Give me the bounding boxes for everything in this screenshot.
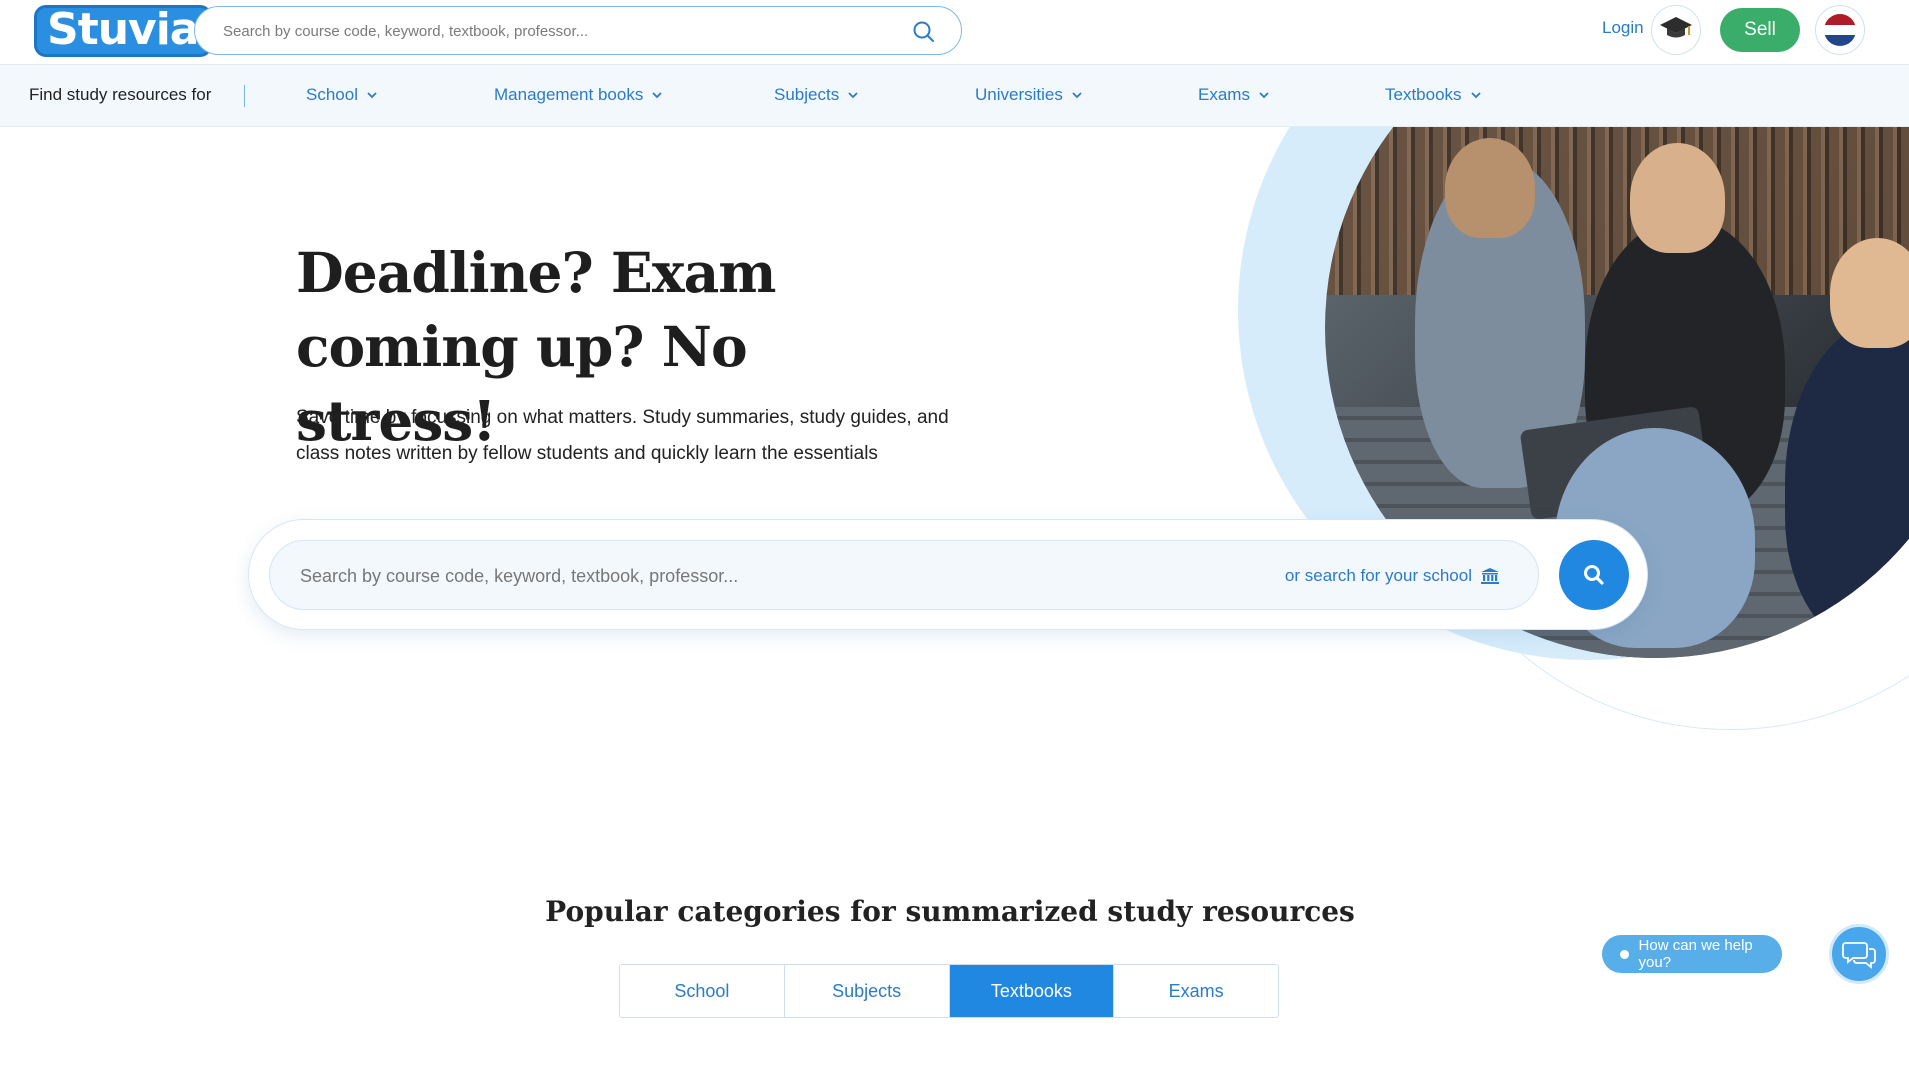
nav-item-universities[interactable]: Universities (975, 85, 1083, 105)
tab-textbooks[interactable]: Textbooks (949, 965, 1115, 1017)
status-dot-icon (1620, 949, 1629, 959)
netherlands-flag-icon (1824, 14, 1856, 46)
stuvia-logo[interactable]: Stuvia (34, 5, 212, 57)
nav-divider (244, 85, 245, 107)
categories-tabs: School Subjects Textbooks Exams (619, 964, 1279, 1018)
tab-subjects[interactable]: Subjects (784, 965, 950, 1017)
chat-button[interactable] (1829, 924, 1889, 984)
chat-bubbles-icon (1842, 942, 1876, 969)
hero-subtitle: Save time by focussing on what matters. … (296, 407, 949, 464)
nav-item-school[interactable]: School (306, 85, 378, 105)
nav-item-label: School (306, 85, 358, 104)
graduation-cap-button[interactable] (1651, 5, 1701, 55)
hero-search-input[interactable] (300, 563, 1200, 589)
hero-search-bar: or search for your school (269, 540, 1539, 610)
graduation-cap-icon (1659, 15, 1693, 46)
nav-item-label: Management books (494, 85, 644, 104)
nav-item-label: Exams (1198, 85, 1250, 104)
chevron-down-icon (848, 92, 858, 99)
nav-item-textbooks[interactable]: Textbooks (1385, 85, 1482, 105)
nav-item-label: Universities (975, 85, 1063, 104)
header-search-bar (194, 6, 962, 55)
hero-search-container: or search for your school (248, 519, 1648, 630)
language-button[interactable] (1815, 5, 1865, 55)
chevron-down-icon (1072, 92, 1082, 99)
category-nav: Find study resources for School Manageme… (0, 65, 1909, 127)
chevron-down-icon (652, 92, 662, 99)
help-prompt[interactable]: How can we help you? (1602, 935, 1782, 973)
search-icon (1584, 565, 1604, 585)
nav-item-label: Textbooks (1385, 85, 1462, 104)
categories-title: Popular categories for summarized study … (545, 895, 1355, 928)
institution-icon (1481, 568, 1499, 584)
header-search-icon[interactable] (911, 19, 937, 45)
search-school-link-label: or search for your school (1284, 566, 1472, 585)
header-search-input[interactable] (223, 18, 883, 44)
chevron-down-icon (367, 92, 377, 99)
sell-button[interactable]: Sell (1720, 8, 1800, 52)
chevron-down-icon (1470, 92, 1481, 99)
page: Stuvia Login Sell (0, 0, 1909, 1076)
top-header: Stuvia Login Sell (0, 0, 1909, 65)
nav-item-management-books[interactable]: Management books (494, 85, 663, 105)
chevron-down-icon (1259, 92, 1269, 99)
nav-label: Find study resources for (29, 85, 212, 104)
search-school-link[interactable]: or search for your school (1285, 566, 1500, 586)
nav-item-subjects[interactable]: Subjects (774, 85, 859, 105)
tab-school[interactable]: School (620, 965, 785, 1017)
nav-item-exams[interactable]: Exams (1198, 85, 1270, 105)
nav-item-label: Subjects (774, 85, 840, 104)
tab-exams[interactable]: Exams (1114, 965, 1278, 1017)
help-prompt-label: How can we help you? (1638, 937, 1753, 971)
login-link[interactable]: Login (1602, 18, 1644, 38)
hero-search-button[interactable] (1559, 540, 1629, 610)
